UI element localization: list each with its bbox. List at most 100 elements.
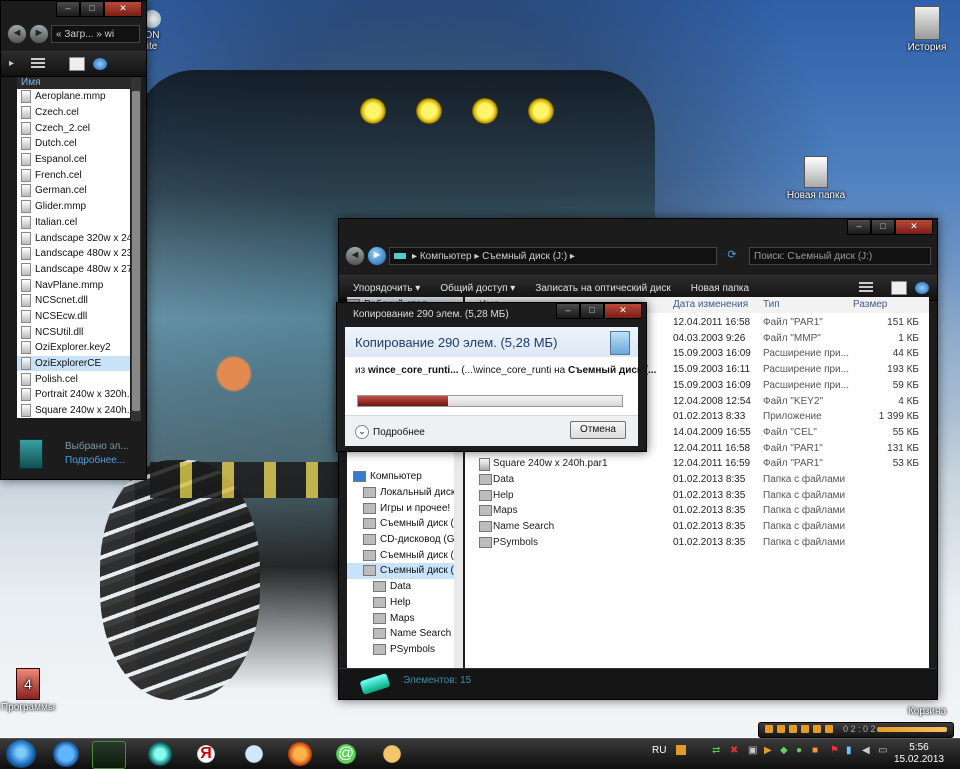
- minimize-button[interactable]: –: [556, 303, 580, 319]
- share-menu[interactable]: Общий доступ ▾: [430, 283, 525, 294]
- back-icon[interactable]: ◄: [345, 246, 365, 266]
- power-tray-icon[interactable]: ▭: [878, 745, 887, 756]
- list-item[interactable]: Dutch.cel: [17, 136, 130, 152]
- column-type[interactable]: Тип: [763, 299, 780, 310]
- organize-menu[interactable]: Упорядочить ▾: [343, 283, 430, 294]
- list-item[interactable]: Landscape 480w x 272h.: [17, 262, 130, 278]
- cancel-button[interactable]: Отмена: [570, 421, 626, 439]
- eject-icon[interactable]: [825, 725, 833, 733]
- nav-item[interactable]: Съемный диск (: [347, 563, 463, 579]
- antivirus-tray-icon[interactable]: ◆: [780, 745, 788, 756]
- list-item[interactable]: Glider.mmp: [17, 199, 130, 215]
- main-address-bar[interactable]: ▸ Компьютер ▸ Съемный диск (J:) ▸: [389, 247, 717, 265]
- nav-item[interactable]: Съемный диск (: [347, 516, 463, 532]
- list-item[interactable]: Landscape 320w x 240h.: [17, 230, 130, 246]
- list-item[interactable]: German.cel: [17, 183, 130, 199]
- nav-item[interactable]: Игры и прочее!: [347, 500, 463, 516]
- destination-link[interactable]: Съемный диск (...: [568, 365, 656, 376]
- desktop-icon-new-folder[interactable]: Новая папка: [784, 156, 848, 201]
- preview-pane-icon[interactable]: [69, 57, 85, 71]
- close-button[interactable]: ✕: [604, 303, 642, 319]
- search-input[interactable]: Поиск: Съемный диск (J:): [749, 247, 931, 265]
- chevron-icon[interactable]: ▸: [9, 58, 23, 70]
- maximize-button[interactable]: □: [80, 1, 104, 17]
- wifi-tray-icon[interactable]: ▮: [846, 745, 852, 756]
- volume-tray-icon[interactable]: ◀: [862, 745, 870, 756]
- list-item[interactable]: Czech.cel: [17, 105, 130, 121]
- start-button[interactable]: [6, 740, 36, 768]
- list-item[interactable]: NCScnet.dll: [17, 293, 130, 309]
- next-icon[interactable]: [813, 725, 821, 733]
- app-icon[interactable]: [144, 741, 176, 767]
- alert-tray-icon[interactable]: ⚑: [830, 745, 839, 756]
- maximize-button[interactable]: □: [580, 303, 604, 319]
- table-row[interactable]: Data 01.02.2013 8:35 Папка с файлами: [465, 472, 929, 488]
- minimize-button[interactable]: –: [847, 219, 871, 235]
- table-row[interactable]: Maps 01.02.2013 8:35 Папка с файлами: [465, 503, 929, 519]
- clock[interactable]: 5:56 15.02.2013: [894, 742, 944, 766]
- more-details-toggle[interactable]: ⌄ Подробнее: [355, 425, 425, 439]
- nav-item[interactable]: Name Search: [347, 626, 463, 642]
- help-icon[interactable]: [93, 58, 107, 70]
- table-row[interactable]: Square 240w x 240h.par1 12.04.2011 16:59 Ф…: [465, 456, 929, 472]
- list-item[interactable]: OziExplorerCE: [17, 355, 130, 372]
- player-tray-icon[interactable]: ▶: [764, 745, 772, 756]
- pause-icon[interactable]: [789, 725, 797, 733]
- column-date[interactable]: Дата изменения: [673, 299, 748, 310]
- refresh-icon[interactable]: ⟳: [723, 247, 741, 265]
- help-icon[interactable]: [915, 282, 929, 294]
- app-tray-icon[interactable]: ■: [812, 745, 818, 756]
- paint-icon[interactable]: [376, 741, 408, 767]
- table-row[interactable]: Name Search 01.02.2013 8:35 Папка с файлам…: [465, 519, 929, 535]
- nav-item[interactable]: Help: [347, 595, 463, 611]
- list-item[interactable]: Czech_2.cel: [17, 120, 130, 136]
- details-link[interactable]: Подробнее...: [65, 455, 125, 466]
- preview-pane-icon[interactable]: [891, 281, 907, 295]
- table-row[interactable]: PSymbols 01.02.2013 8:35 Папка с файлами: [465, 535, 929, 551]
- desktop-icon-programs[interactable]: 4 Программы: [0, 668, 56, 713]
- list-item[interactable]: Portrait 240w x 320h.par: [17, 387, 130, 403]
- media-volume-bar[interactable]: [877, 727, 947, 732]
- left-address-bar[interactable]: « Загр... » wi: [51, 25, 140, 43]
- nav-item[interactable]: Data: [347, 579, 463, 595]
- list-item[interactable]: Square 240w x 240h.par1: [17, 403, 130, 419]
- list-item[interactable]: Espanol.cel: [17, 152, 130, 168]
- firefox-icon[interactable]: [284, 741, 316, 767]
- list-item[interactable]: Aeroplane.mmp: [17, 89, 130, 105]
- list-item[interactable]: NavPlane.mmp: [17, 277, 130, 293]
- source-link[interactable]: wince_core_runti...: [368, 365, 459, 376]
- explorer-taskbar-icon[interactable]: [92, 741, 126, 769]
- close-button[interactable]: ✕: [104, 1, 142, 17]
- nav-item[interactable]: Maps: [347, 610, 463, 626]
- list-item[interactable]: NCSEcw.dll: [17, 309, 130, 325]
- nav-item[interactable]: PSymbols: [347, 642, 463, 658]
- list-item[interactable]: Polish.cel: [17, 371, 130, 387]
- stop-icon[interactable]: [801, 725, 809, 733]
- yandex-icon[interactable]: Я: [190, 741, 222, 767]
- mail-agent-icon[interactable]: @: [330, 741, 362, 767]
- internet-explorer-icon[interactable]: [50, 741, 82, 767]
- list-item[interactable]: OziExplorer.key2: [17, 340, 130, 356]
- display-tray-icon[interactable]: ▣: [748, 745, 757, 756]
- security-tray-icon[interactable]: ✖: [730, 745, 738, 756]
- list-item[interactable]: Landscape 480w x 234h.: [17, 246, 130, 262]
- close-button[interactable]: ✕: [895, 219, 933, 235]
- left-column-header[interactable]: Имя: [17, 77, 134, 89]
- update-tray-icon[interactable]: ●: [796, 745, 802, 756]
- nav-item[interactable]: Съемный диск (: [347, 547, 463, 563]
- media-tray-icon[interactable]: [676, 745, 686, 755]
- burn-button[interactable]: Записать на оптический диск: [525, 283, 680, 294]
- nav-item[interactable]: Локальный диск: [347, 485, 463, 501]
- minimize-button[interactable]: –: [56, 1, 80, 17]
- desktop-icon-recycle-bin[interactable]: Корзина: [904, 706, 950, 717]
- desktop-icon-history[interactable]: История: [904, 6, 950, 53]
- new-folder-button[interactable]: Новая папка: [681, 283, 759, 294]
- nav-item[interactable]: CD-дисковод (G:: [347, 532, 463, 548]
- list-item[interactable]: NCSUtil.dll: [17, 324, 130, 340]
- left-scrollbar[interactable]: [131, 77, 141, 421]
- back-icon[interactable]: ◄: [7, 24, 27, 44]
- list-item[interactable]: Italian.cel: [17, 215, 130, 231]
- view-options-icon[interactable]: [31, 58, 45, 70]
- column-size[interactable]: Размер: [853, 299, 887, 310]
- view-options-icon[interactable]: [859, 282, 873, 294]
